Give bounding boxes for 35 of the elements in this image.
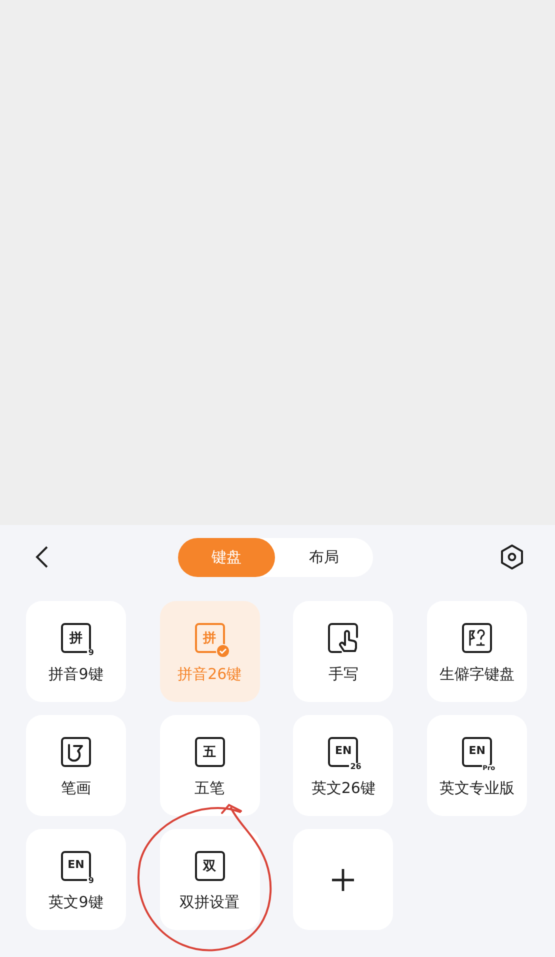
keyboard-option[interactable]: EN 9 英文9键 [26, 829, 126, 930]
keyboard-label: 拼音9键 [48, 665, 104, 683]
keyboard-option[interactable]: 手写 [293, 601, 394, 702]
icon-glyph: 拼 [70, 632, 82, 644]
icon-glyph: EN [68, 858, 84, 870]
rare-character-icon [462, 623, 492, 653]
keyboard-label: 拼音26键 [178, 665, 242, 683]
icon-subscript: 9 [87, 649, 95, 657]
keyboard-option[interactable]: 双 双拼设置 [160, 829, 260, 930]
keyboard-label: 笔画 [61, 779, 91, 797]
icon-subscript: 9 [87, 877, 95, 885]
stroke-icon [61, 737, 91, 767]
tab[interactable]: 布局 [275, 538, 373, 576]
hand-pointer-icon [328, 623, 358, 653]
keyboard-label: 英文9键 [48, 893, 104, 911]
keyboard-option[interactable]: 生僻字键盘 [427, 601, 528, 702]
keyboard-label: 生僻字键盘 [440, 665, 515, 683]
keyboard-option[interactable]: 五 五笔 [160, 715, 260, 816]
keyboard-label: 五笔 [194, 779, 225, 797]
keyboard-label: 手写 [328, 665, 358, 683]
plus-icon [331, 868, 356, 892]
icon-subscript: 26 [349, 763, 362, 771]
icon-glyph: 双 [203, 860, 216, 872]
keyboard-label: 双拼设置 [180, 893, 240, 911]
check-badge-icon [216, 644, 230, 658]
settings-icon[interactable] [499, 544, 525, 570]
keyboard-label: 英文26键 [311, 779, 376, 797]
keyboard-option[interactable]: 拼 9 拼音9键 [26, 601, 126, 702]
icon-glyph: 拼 [203, 632, 216, 644]
icon-glyph: 五 [203, 746, 216, 758]
keyboard-label: 英文专业版 [440, 779, 515, 797]
icon-glyph: EN [468, 744, 486, 756]
icon-glyph: EN [335, 744, 352, 756]
keyboard-option[interactable]: 笔画 [26, 715, 126, 816]
keyboard-option[interactable]: EN 26 英文26键 [293, 715, 394, 816]
